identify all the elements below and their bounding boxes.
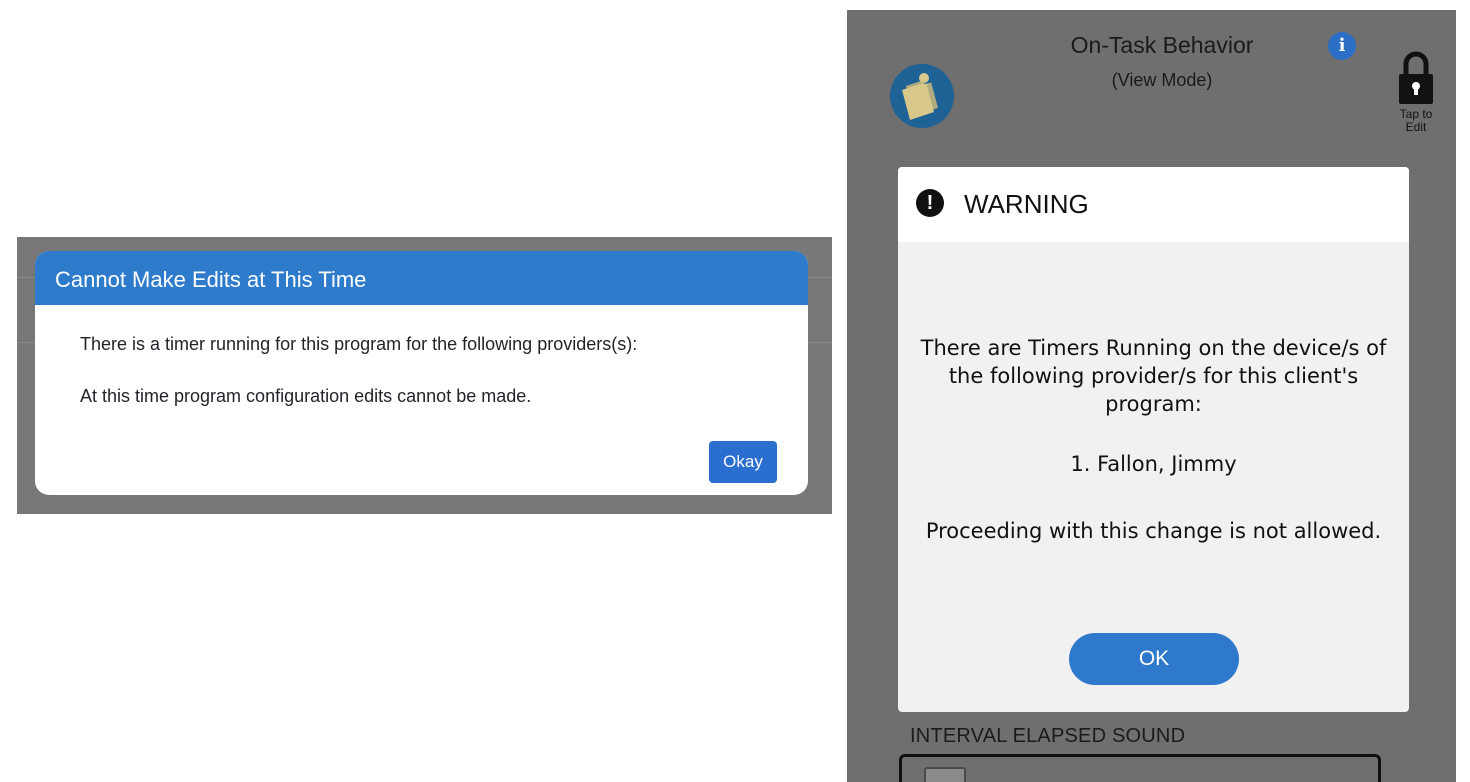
interval-elapsed-sound-label: INTERVAL ELAPSED SOUND [910,725,1186,747]
program-logo-icon [890,64,954,128]
web-modal-overlay: Cannot Make Edits at This Time There is … [17,237,832,514]
modal-title: Cannot Make Edits at This Time [35,251,808,305]
warning-header: ! WARNING [898,167,1409,242]
tap-to-edit-button[interactable]: Tap to Edit [1397,50,1447,140]
warning-dialog: ! WARNING There are Timers Running on th… [898,167,1409,712]
program-title: On-Task Behavior [1070,32,1254,58]
info-icon[interactable]: i [1328,32,1356,60]
view-mode-label: (View Mode) [1111,70,1213,90]
mobile-app-screen: On-Task Behavior (View Mode) i Tap to Ed… [847,10,1456,782]
warning-message-line2: the following provider/s for this client… [948,364,1359,388]
warning-message-line3: program: [1105,392,1202,416]
ok-button[interactable]: OK [1069,633,1239,685]
warning-footer-message: Proceeding with this change is not allow… [925,519,1382,543]
warning-title: WARNING [964,189,1089,219]
okay-button[interactable]: Okay [709,441,777,483]
lock-icon [1399,51,1433,104]
tap-to-edit-label: Tap to Edit [1397,108,1435,134]
interval-sound-field[interactable] [899,754,1381,782]
tap-to-edit-line2: Edit [1405,120,1427,134]
modal-message-edits: At this time program configuration edits… [80,386,532,406]
warning-message-line1: There are Timers Running on the device/s… [920,336,1387,360]
exclamation-icon: ! [916,189,944,217]
interval-sound-checkbox[interactable] [924,767,966,782]
cannot-edit-modal: Cannot Make Edits at This Time There is … [35,251,808,495]
provider-list-item: 1. Fallon, Jimmy [1070,452,1237,476]
modal-message-timer: There is a timer running for this progra… [80,334,638,354]
